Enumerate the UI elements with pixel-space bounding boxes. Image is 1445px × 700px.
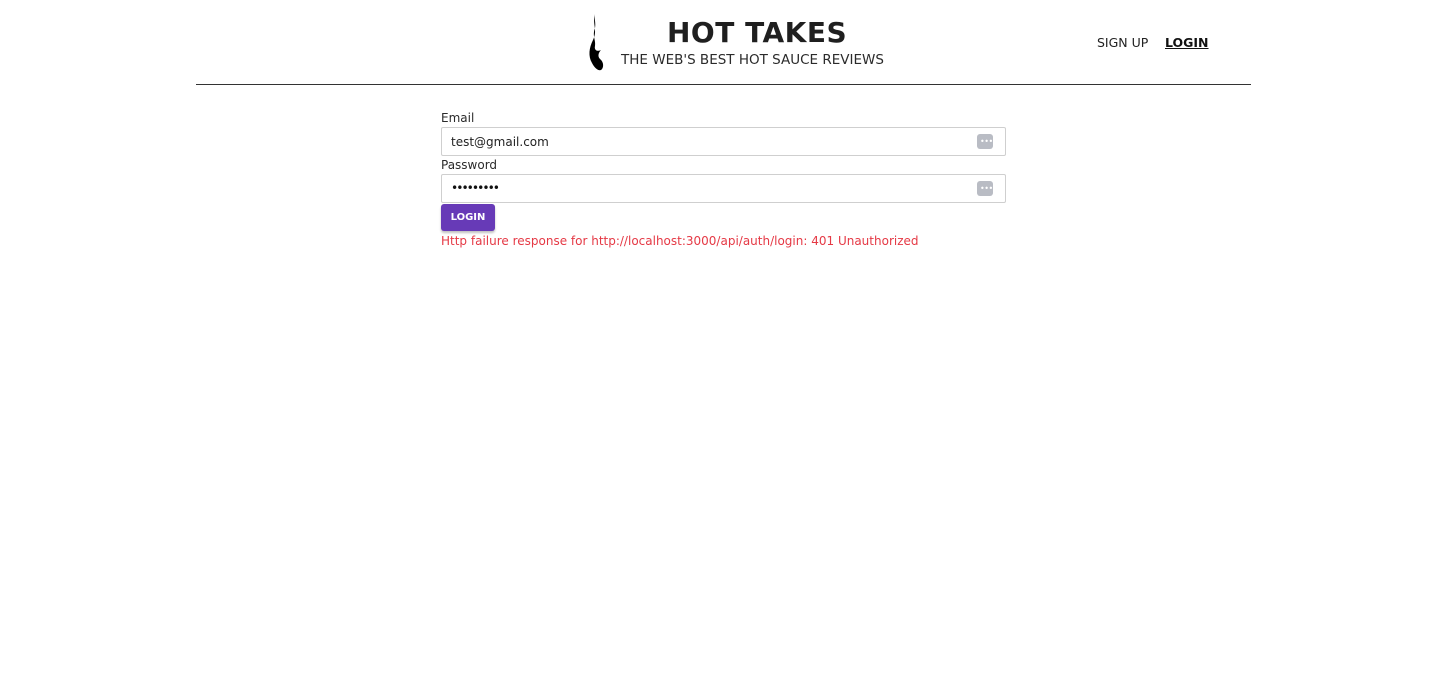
nav-login-link[interactable]: LOGIN	[1165, 35, 1209, 50]
email-label: Email	[441, 111, 475, 125]
error-message: Http failure response for http://localho…	[441, 234, 919, 248]
flame-icon	[589, 14, 604, 71]
autofill-key-icon[interactable]: •••	[977, 181, 993, 196]
site-tagline: THE WEB'S BEST HOT SAUCE REVIEWS	[621, 52, 884, 68]
login-form: Email ••• Password ••••••••• ••• LOGIN H…	[441, 110, 1007, 248]
password-field[interactable]	[451, 175, 971, 202]
site-header: HOT TAKES THE WEB'S BEST HOT SAUCE REVIE…	[196, 0, 1251, 85]
autofill-key-icon[interactable]: •••	[977, 134, 993, 149]
page-title: HOT TAKES	[667, 16, 848, 49]
password-field-wrapper: ••••••••• •••	[441, 174, 1006, 203]
nav-signup-link[interactable]: SIGN UP	[1097, 35, 1148, 50]
login-button[interactable]: LOGIN	[441, 204, 495, 231]
password-label: Password	[441, 158, 498, 172]
email-field[interactable]	[451, 128, 971, 155]
email-field-wrapper: •••	[441, 127, 1006, 156]
